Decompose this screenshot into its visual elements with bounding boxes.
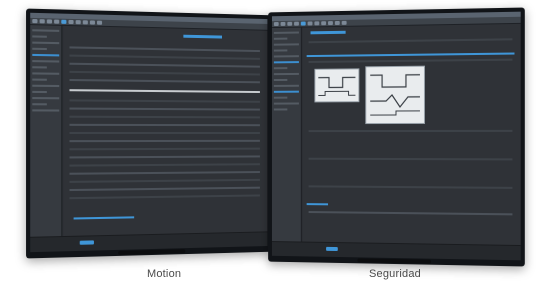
parameter-row[interactable] [69, 115, 260, 119]
explorer-item[interactable] [273, 102, 299, 105]
parameter-row[interactable] [69, 46, 260, 53]
multiview-explorer [30, 25, 63, 238]
editor-row [308, 185, 513, 189]
explorer-item[interactable] [32, 29, 60, 32]
function-block-diagram[interactable] [314, 68, 360, 103]
explorer-item[interactable] [32, 47, 47, 51]
parameter-row[interactable] [69, 70, 260, 76]
parameter-row[interactable] [69, 99, 260, 103]
monitor-seguridad [268, 7, 525, 267]
toolbar-button-icon[interactable] [307, 21, 313, 26]
toolbar-button-icon[interactable] [32, 18, 38, 24]
explorer-item[interactable] [273, 108, 288, 111]
active-tab[interactable] [183, 34, 222, 39]
explorer-item[interactable] [32, 97, 60, 100]
toolbar-button-icon[interactable] [287, 21, 293, 26]
toolbar-button-icon[interactable] [314, 21, 320, 26]
status-bar [271, 241, 521, 261]
parameter-row[interactable] [69, 79, 260, 84]
editor-row [308, 38, 513, 44]
toolbar-button-icon[interactable] [294, 21, 299, 26]
monitor-stand [118, 249, 186, 255]
toolbar-button-icon[interactable] [61, 19, 67, 24]
parameter-row[interactable] [69, 194, 260, 200]
explorer-item[interactable] [273, 72, 299, 76]
toolbar-button-icon[interactable] [89, 20, 95, 25]
status-indicator [79, 240, 94, 245]
parameter-row[interactable] [69, 163, 260, 167]
parameter-row[interactable] [69, 186, 260, 192]
explorer-item[interactable] [32, 103, 47, 106]
explorer-item[interactable] [273, 84, 299, 87]
safety-program-editor [302, 23, 521, 247]
toolbar-button-icon[interactable] [328, 21, 333, 26]
toolbar-button-icon[interactable] [280, 21, 286, 26]
axis-settings-editor [63, 25, 268, 238]
motion-screen [30, 12, 268, 253]
explorer-item[interactable] [273, 43, 299, 46]
explorer-item[interactable] [32, 41, 60, 45]
parameter-row[interactable] [69, 62, 260, 68]
monitor-stand [357, 258, 432, 264]
toolbar-button-icon[interactable] [39, 19, 45, 24]
toolbar-button-icon[interactable] [68, 19, 74, 25]
explorer-item[interactable] [32, 60, 60, 63]
parameter-row[interactable] [69, 155, 260, 159]
explorer-item[interactable] [273, 55, 299, 58]
explorer-item[interactable] [273, 67, 288, 70]
parameter-row[interactable] [69, 54, 260, 60]
explorer-item[interactable] [32, 78, 47, 81]
output-tab[interactable] [73, 216, 135, 220]
parameter-row-selected[interactable] [69, 89, 260, 94]
explorer-item[interactable] [273, 49, 288, 52]
explorer-item[interactable] [273, 31, 299, 34]
toolbar-button-icon[interactable] [54, 19, 60, 24]
explorer-item[interactable] [32, 90, 47, 94]
safety-timing-diagram[interactable] [365, 65, 425, 125]
explorer-item[interactable] [273, 78, 288, 82]
explorer-item[interactable] [32, 84, 60, 88]
toolbar-button-icon[interactable] [75, 20, 81, 25]
explorer-item-selected[interactable] [32, 53, 60, 57]
toolbar-button-icon[interactable] [97, 20, 103, 25]
status-indicator [326, 246, 338, 252]
toolbar-button-icon[interactable] [321, 21, 327, 26]
explorer-item[interactable] [32, 72, 60, 75]
parameter-row[interactable] [69, 107, 260, 111]
explorer-item[interactable] [273, 37, 288, 40]
monitor-motion [26, 8, 272, 259]
editor-row [308, 58, 513, 63]
seguridad-screen [271, 11, 521, 261]
toolbar-button-icon[interactable] [46, 19, 53, 24]
parameter-row[interactable] [69, 171, 260, 175]
toolbar-button-icon[interactable] [300, 21, 306, 26]
parameter-row[interactable] [69, 139, 260, 143]
editor-row [308, 129, 513, 133]
explorer-item[interactable] [32, 35, 47, 38]
output-tab[interactable] [306, 203, 329, 206]
selected-function-block[interactable] [306, 52, 515, 58]
caption-seguridad: Seguridad [369, 268, 421, 280]
toolbar-button-icon[interactable] [82, 20, 88, 25]
editor-row [308, 157, 513, 161]
toolbar-button-icon[interactable] [334, 20, 340, 26]
explorer-item[interactable] [32, 66, 47, 69]
timing-chart-icon [315, 69, 358, 101]
active-tab[interactable] [310, 30, 346, 35]
parameter-row[interactable] [69, 131, 260, 135]
explorer-item[interactable] [32, 109, 60, 112]
parameter-row[interactable] [69, 147, 260, 151]
parameter-row[interactable] [69, 178, 260, 183]
toolbar-button-icon[interactable] [341, 20, 347, 25]
explorer-item[interactable] [273, 96, 288, 99]
toolbar-button-icon[interactable] [273, 22, 279, 27]
explorer-item-selected[interactable] [273, 90, 299, 93]
editor-row [308, 211, 513, 216]
caption-motion: Motion [147, 268, 182, 280]
timing-chart-icon [366, 67, 424, 123]
parameter-row[interactable] [69, 123, 260, 127]
explorer-item-selected[interactable] [273, 61, 299, 64]
multiview-explorer [271, 27, 302, 243]
